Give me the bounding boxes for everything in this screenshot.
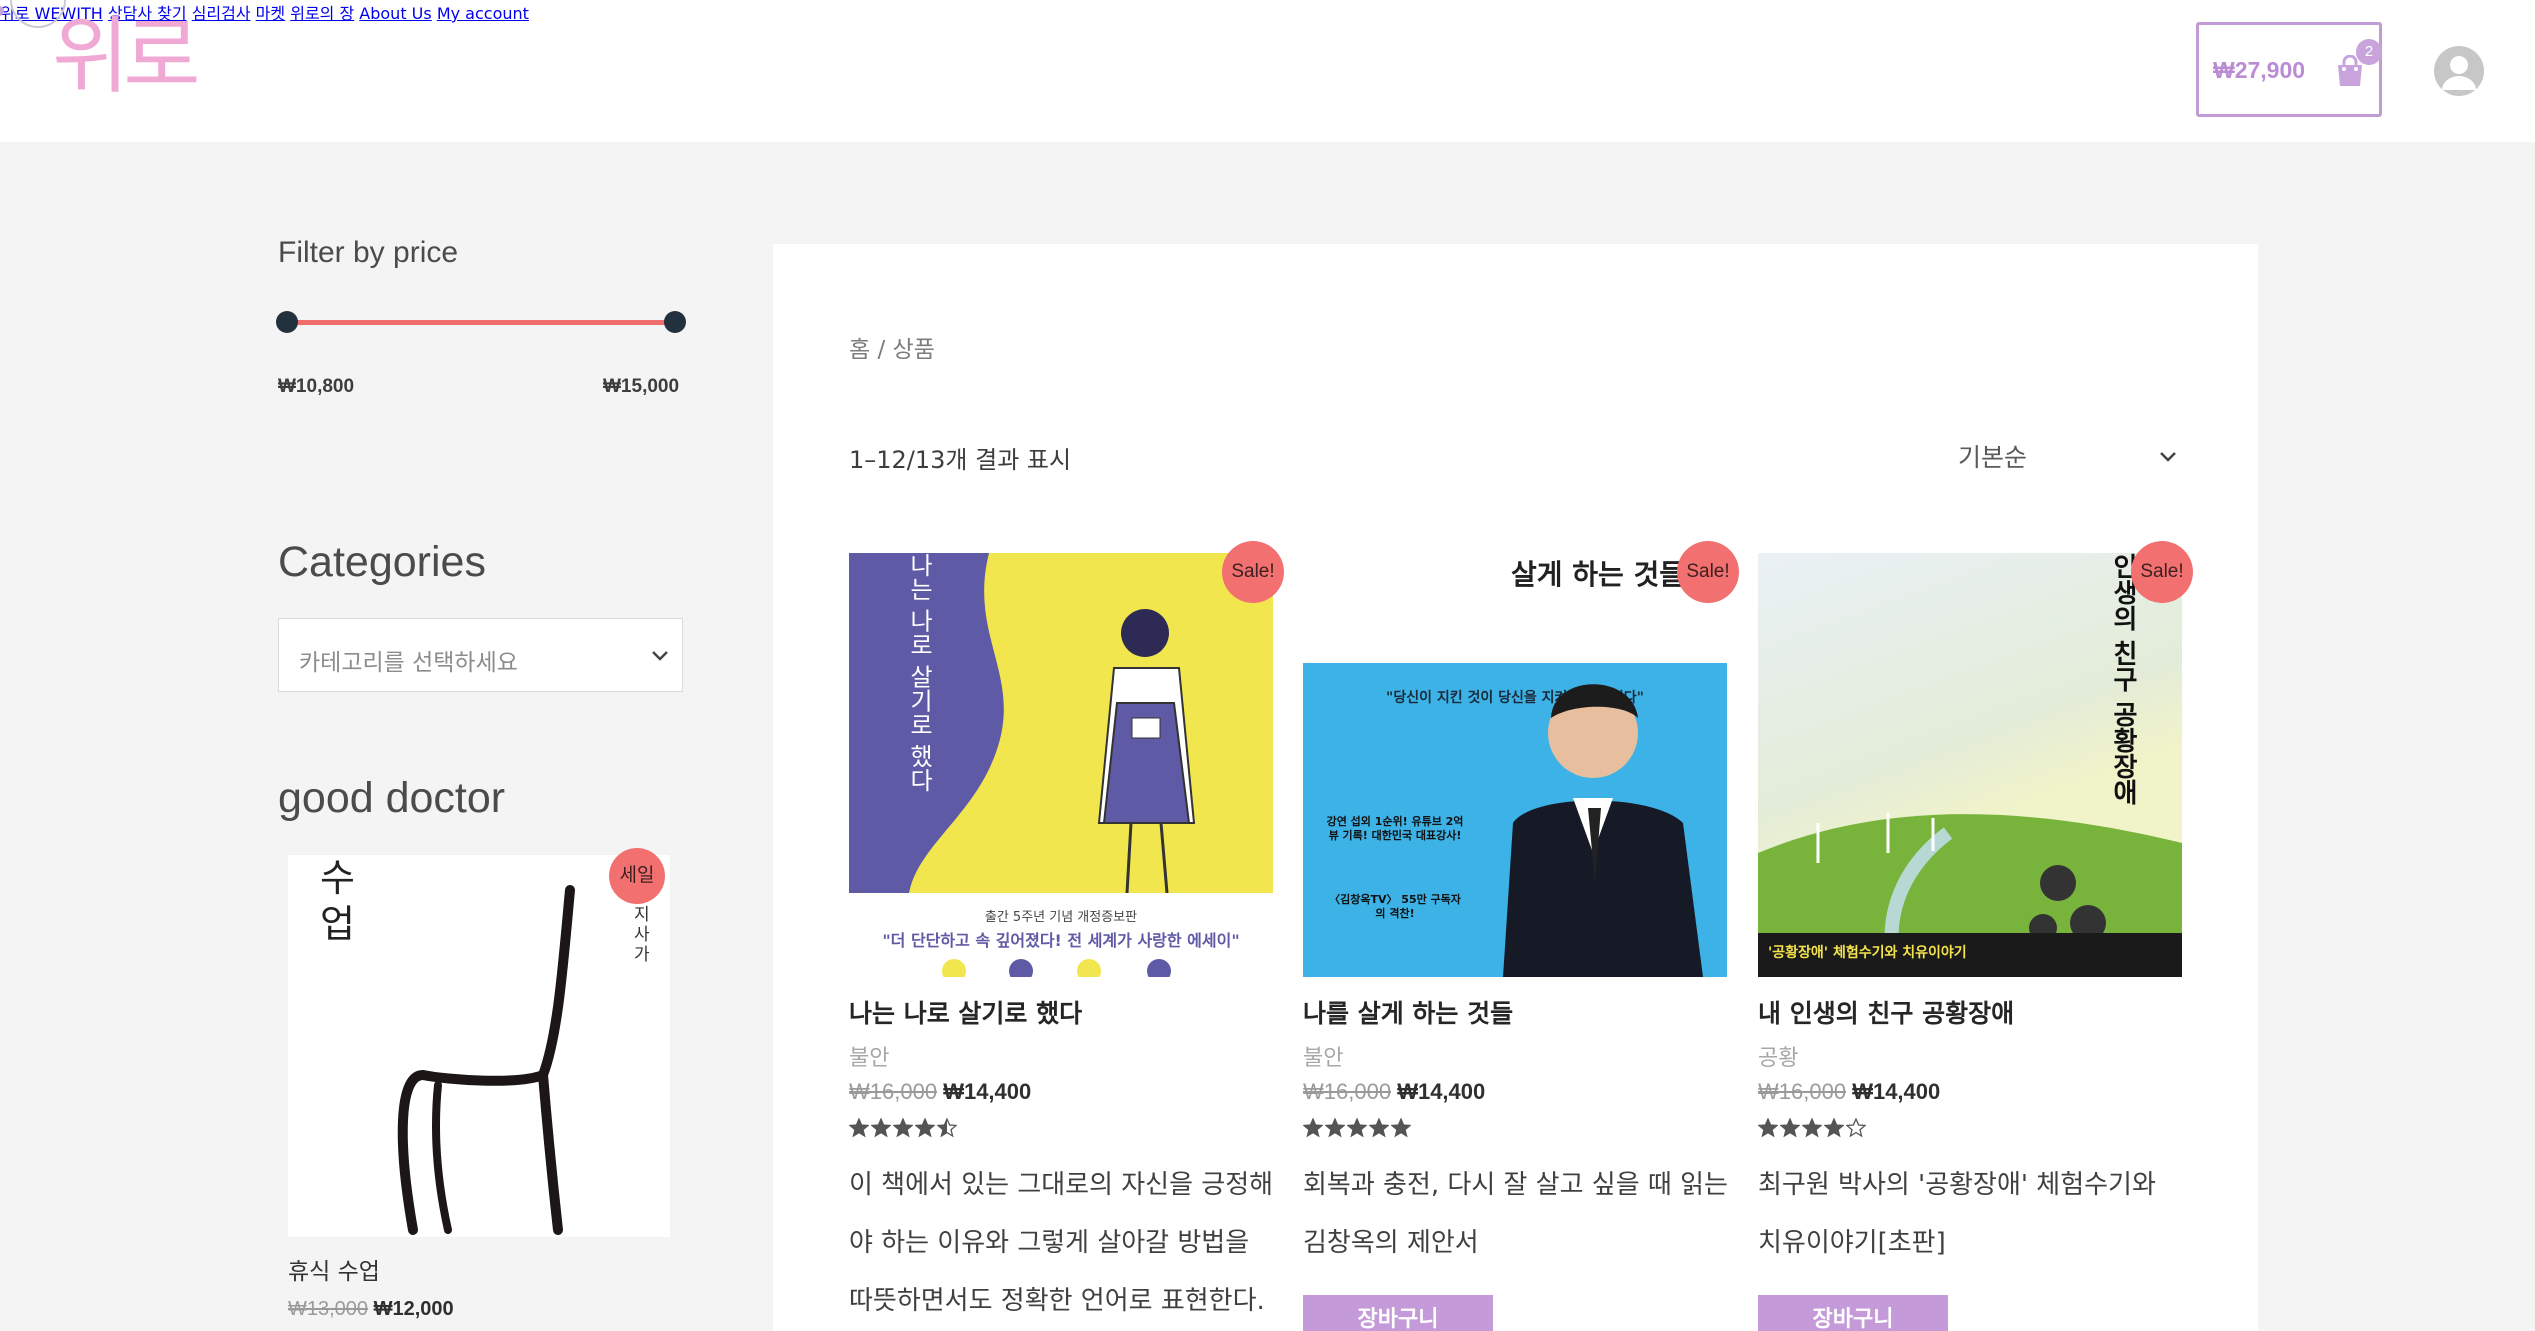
star-icon	[1779, 1117, 1801, 1138]
star-icon	[870, 1117, 892, 1138]
user-icon	[2442, 56, 2476, 90]
star-rating	[848, 1117, 959, 1144]
star-icon	[1801, 1117, 1823, 1138]
star-icon	[914, 1117, 936, 1138]
product-description: 회복과 충전, 다시 잘 살고 싶을 때 읽는 김창옥의 제안서	[1303, 1170, 1728, 1258]
price-max-label: ₩15,000	[603, 376, 680, 397]
product-price: ₩16,000 ₩14,400	[1303, 1079, 1485, 1105]
product-image[interactable]: 인생의 친구 공황장애 '공황장애' 체험수기와 치유이야기	[1758, 553, 2182, 977]
author-portrait	[1503, 684, 1703, 977]
good-doctor-book-name[interactable]: 휴식 수업	[288, 1252, 380, 1286]
product-title[interactable]: 나를 살게 하는 것들	[1303, 994, 1513, 1030]
star-icon	[936, 1117, 958, 1138]
star-icon	[848, 1117, 870, 1138]
star-icon	[1302, 1117, 1324, 1138]
cover-band-text: 출간 5주년 기념 개정증보판	[984, 910, 1138, 925]
current-price: ₩14,400	[1397, 1079, 1486, 1104]
old-price: ₩16,000	[1758, 1079, 1847, 1104]
star-icon	[892, 1117, 914, 1138]
good-doctor-title: good doctor	[278, 774, 506, 822]
product-description: 이 책에서 있는 그대로의 자신을 긍정해야 하는 이유와 그렇게 살아갈 방법…	[849, 1170, 1274, 1316]
book-cover-title: 수 업	[320, 856, 355, 946]
current-price: ₩12,000	[373, 1298, 454, 1320]
site-header: 위로 위로 WEWITH 상담사 찾기 심리검사 마켓 위로의 장 About …	[0, 0, 2535, 142]
star-icon	[1324, 1117, 1346, 1138]
old-price: ₩16,000	[849, 1079, 938, 1104]
cover-quote: "더 단단하고 속 깊어졌다! 전 세계가 사랑한 에세이"	[882, 931, 1240, 950]
product-title[interactable]: 내 인생의 친구 공황장애	[1758, 994, 2014, 1030]
price-slider-min-handle[interactable]	[276, 311, 298, 333]
nav-item-my-account[interactable]: My account	[437, 4, 529, 23]
cover-band-text: '공황장애' 체험수기와 치유이야기	[1768, 945, 1967, 961]
sale-badge: 세일	[609, 848, 665, 904]
user-avatar[interactable]	[2434, 46, 2484, 96]
breadcrumb[interactable]: 홈 / 상품	[849, 330, 935, 364]
filter-by-price-title: Filter by price	[278, 236, 459, 269]
categories-title: Categories	[278, 538, 486, 586]
orderby-select[interactable]: 기본순	[1958, 438, 2180, 476]
book-cover-author: 지 사 가	[634, 905, 650, 965]
nav-item-psych-test[interactable]: 심리검사	[192, 4, 251, 23]
nav-item-about-us[interactable]: About Us	[359, 4, 431, 23]
cart-button[interactable]: ₩27,900 2	[2196, 22, 2382, 117]
star-icon	[1845, 1117, 1867, 1138]
category-select[interactable]: 카테고리를 선택하세요	[278, 618, 683, 692]
product-image[interactable]: 나는 나로 살기로 했다 출간 5주년 기념 개정증보판 "더 단단하고 속 깊…	[849, 553, 1273, 977]
old-price: ₩13,000	[288, 1298, 369, 1320]
good-doctor-book-cover[interactable]: 수 업 지 사 가	[288, 855, 670, 1237]
cover-vertical-title: 나는 나로 살기로 했다	[905, 553, 933, 792]
price-min-label: ₩10,800	[278, 376, 355, 397]
logo-dot-decoration	[0, 6, 4, 16]
star-icon	[1823, 1117, 1845, 1138]
chair-illustration	[397, 885, 575, 1235]
star-icon	[1757, 1117, 1779, 1138]
product-category[interactable]: 불안	[849, 1040, 889, 1072]
cart-count-badge: 2	[2356, 39, 2382, 65]
add-to-cart-button[interactable]: 장바구니	[1758, 1295, 1948, 1331]
price-slider-max-handle[interactable]	[664, 311, 686, 333]
star-icon	[1346, 1117, 1368, 1138]
add-to-cart-button[interactable]: 장바구니	[1303, 1295, 1493, 1331]
orderby-value: 기본순	[1958, 443, 2028, 472]
product-category[interactable]: 불안	[1303, 1040, 1343, 1072]
sale-badge: Sale!	[2131, 541, 2193, 603]
result-count: 1–12/13개 결과 표시	[849, 446, 1072, 474]
product-description: 최구원 박사의 '공황장애' 체험수기와 치유이야기[초판]	[1758, 1170, 2156, 1258]
product-title[interactable]: 나는 나로 살기로 했다	[849, 994, 1082, 1030]
cover-vertical-title: 인생의 친구 공황장애	[2108, 553, 2138, 806]
cart-total: ₩27,900	[2213, 57, 2306, 83]
product-category[interactable]: 공황	[1758, 1040, 1798, 1072]
main-nav: 위로 WEWITH 상담사 찾기 심리검사 마켓 위로의 장 About Us …	[0, 0, 2535, 24]
star-icon	[1390, 1117, 1412, 1138]
star-icon	[1368, 1117, 1390, 1138]
product-price: ₩16,000 ₩14,400	[849, 1079, 1031, 1105]
current-price: ₩14,400	[1852, 1079, 1941, 1104]
site-logo[interactable]: 위로	[0, 0, 201, 130]
chevron-down-icon	[2160, 452, 2176, 462]
chevron-down-icon	[652, 651, 668, 661]
logo-text: 위로	[52, 7, 201, 105]
star-rating	[1757, 1117, 1868, 1144]
sale-badge: Sale!	[1222, 541, 1284, 603]
nav-item-wiro-forum[interactable]: 위로의 장	[290, 4, 354, 23]
product-price: ₩16,000 ₩14,400	[1758, 1079, 1940, 1105]
category-select-placeholder: 카테고리를 선택하세요	[299, 650, 518, 676]
nav-item-market[interactable]: 마켓	[256, 4, 285, 23]
price-slider-range	[286, 320, 676, 325]
current-price: ₩14,400	[943, 1079, 1032, 1104]
sale-badge: Sale!	[1677, 541, 1739, 603]
good-doctor-book-price: ₩13,000 ₩12,000	[288, 1298, 454, 1321]
old-price: ₩16,000	[1303, 1079, 1392, 1104]
product-image[interactable]: 살게 하는 것들 "당신이 지킨 것이 당신을 지켜줄 것입니다" 강연 섭외 …	[1303, 553, 1727, 977]
star-rating	[1302, 1117, 1413, 1144]
